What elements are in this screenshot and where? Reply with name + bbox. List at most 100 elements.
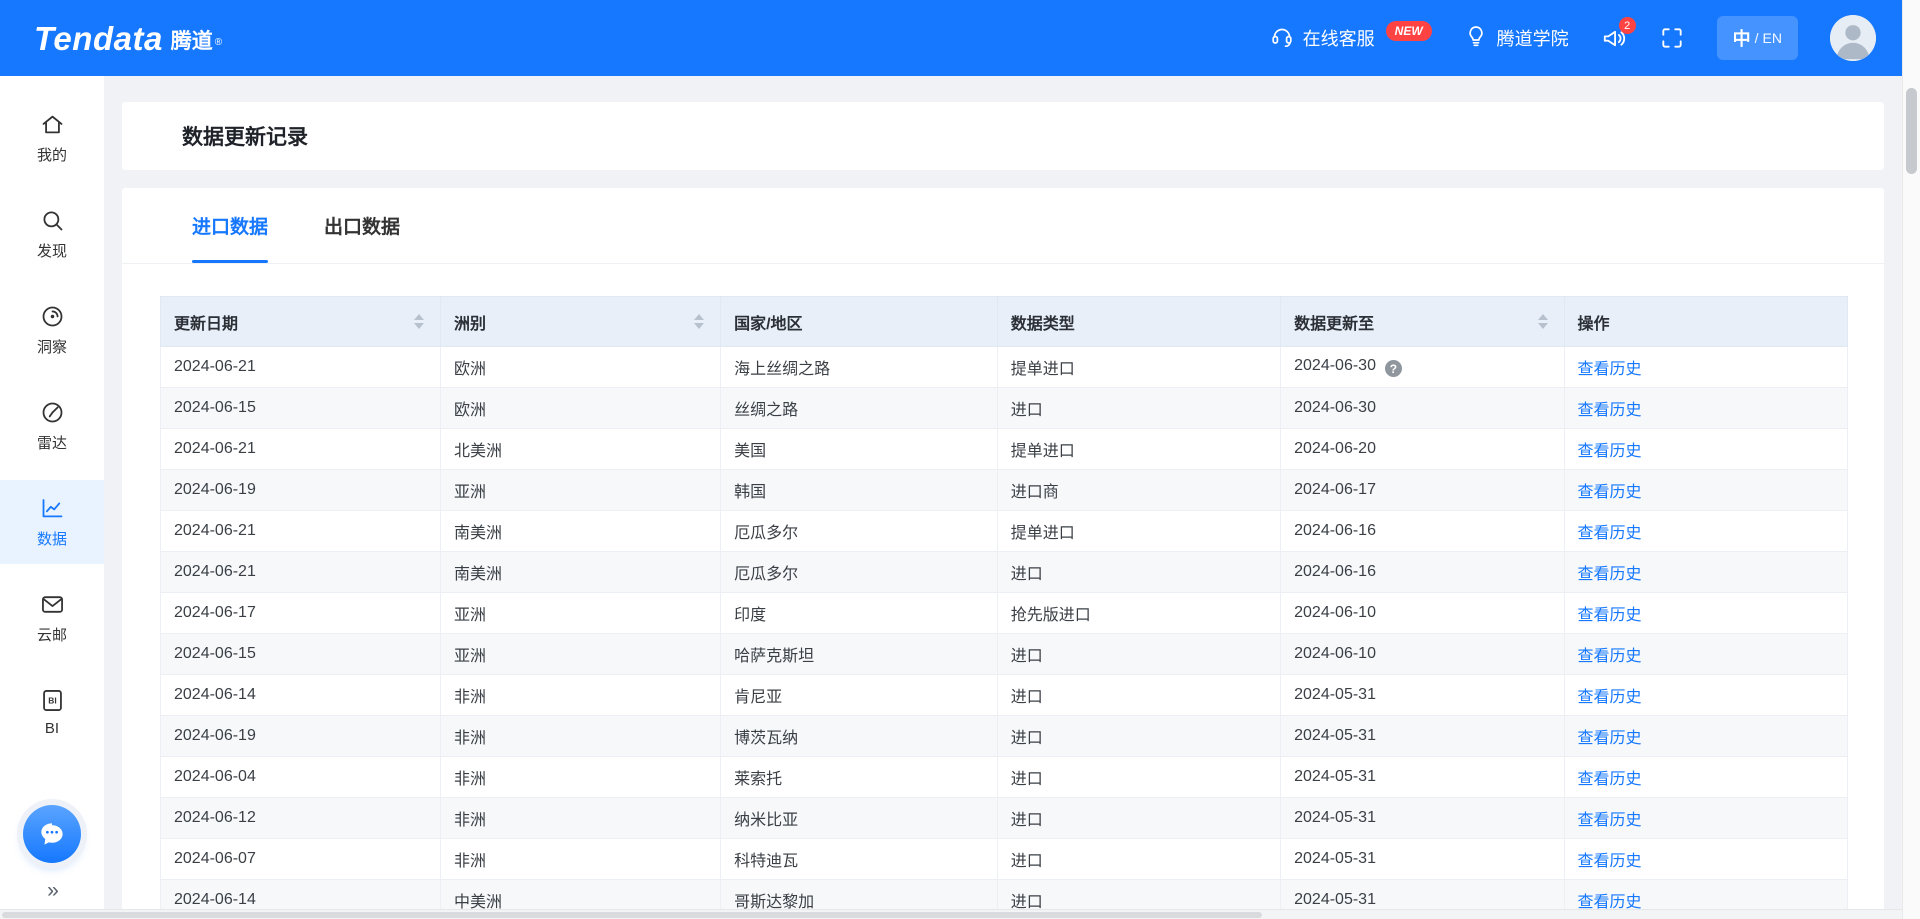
- cell-updated-to: 2024-06-20?: [1281, 429, 1564, 470]
- view-history-link[interactable]: 查看历史: [1578, 566, 1642, 583]
- sidebar-item-discover[interactable]: 发现: [0, 192, 104, 276]
- online-service-label: 在线客服: [1303, 25, 1375, 51]
- cell-data-type: 进口: [997, 634, 1280, 675]
- updated-to-value: 2024-06-20: [1294, 440, 1376, 457]
- view-history-link[interactable]: 查看历史: [1578, 853, 1642, 870]
- sidebar-item-radar[interactable]: 雷达: [0, 384, 104, 468]
- sort-icon[interactable]: [694, 314, 704, 329]
- view-history-link[interactable]: 查看历史: [1578, 484, 1642, 501]
- table-header-row: 更新日期 洲别 国家/地区 数据类型: [161, 297, 1848, 347]
- col-update-date[interactable]: 更新日期: [161, 297, 441, 347]
- cell-data-type: 提单进口: [997, 347, 1280, 388]
- tab-import-data[interactable]: 进口数据: [192, 188, 268, 263]
- sidebar-expand-button[interactable]: »: [47, 879, 57, 903]
- home-icon: [39, 111, 66, 138]
- cell-continent: 欧洲: [441, 347, 721, 388]
- table-container: 更新日期 洲别 国家/地区 数据类型: [122, 264, 1884, 919]
- announcement-icon-button[interactable]: 2: [1601, 25, 1627, 51]
- cell-country: 丝绸之路: [721, 388, 998, 429]
- table-row: 2024-06-07 非洲 科特迪瓦 进口 2024-05-31? 查看历史: [161, 839, 1848, 880]
- page-title-card: 数据更新记录: [122, 102, 1884, 170]
- cell-data-type: 进口: [997, 675, 1280, 716]
- table-row: 2024-06-19 非洲 博茨瓦纳 进口 2024-05-31? 查看历史: [161, 716, 1848, 757]
- col-continent[interactable]: 洲别: [441, 297, 721, 347]
- cell-continent: 南美洲: [441, 511, 721, 552]
- cell-action: 查看历史: [1564, 552, 1847, 593]
- view-history-link[interactable]: 查看历史: [1578, 689, 1642, 706]
- horizontal-scrollbar[interactable]: [0, 909, 1902, 919]
- updated-to-value: 2024-05-31: [1294, 850, 1376, 867]
- updated-to-value: 2024-05-31: [1294, 809, 1376, 826]
- cell-country: 博茨瓦纳: [721, 716, 998, 757]
- cell-action: 查看历史: [1564, 511, 1847, 552]
- view-history-link[interactable]: 查看历史: [1578, 607, 1642, 624]
- cell-updated-to: 2024-05-31?: [1281, 839, 1564, 880]
- cell-update-date: 2024-06-14: [161, 675, 441, 716]
- avatar[interactable]: [1830, 15, 1876, 61]
- help-icon[interactable]: ?: [1385, 360, 1402, 377]
- sidebar-item-data[interactable]: 数据: [0, 480, 104, 564]
- cell-country: 哈萨克斯坦: [721, 634, 998, 675]
- sidebar-item-label: 洞察: [37, 336, 67, 357]
- sidebar-item-label: 发现: [37, 240, 67, 261]
- table-row: 2024-06-12 非洲 纳米比亚 进口 2024-05-31? 查看历史: [161, 798, 1848, 839]
- updated-to-value: 2024-06-30: [1294, 399, 1376, 416]
- cell-continent: 非洲: [441, 757, 721, 798]
- sidebar-item-cloudmail[interactable]: 云邮: [0, 576, 104, 660]
- radar-icon: [39, 399, 66, 426]
- view-history-link[interactable]: 查看历史: [1578, 525, 1642, 542]
- view-history-link[interactable]: 查看历史: [1578, 812, 1642, 829]
- tab-export-data[interactable]: 出口数据: [324, 188, 400, 263]
- sidebar-item-insight[interactable]: 洞察: [0, 288, 104, 372]
- cell-continent: 非洲: [441, 798, 721, 839]
- cell-continent: 非洲: [441, 716, 721, 757]
- brand-logo[interactable]: Tendata 腾道 ®: [34, 22, 222, 55]
- headset-icon: [1270, 24, 1294, 53]
- vertical-scrollbar[interactable]: [1902, 0, 1920, 919]
- updated-to-value: 2024-06-10: [1294, 604, 1376, 621]
- chat-bubble-button[interactable]: [23, 805, 81, 863]
- cell-data-type: 进口: [997, 388, 1280, 429]
- sort-icon[interactable]: [414, 314, 424, 329]
- col-country: 国家/地区: [721, 297, 998, 347]
- table-body: 2024-06-21 欧洲 海上丝绸之路 提单进口 2024-06-30? 查看…: [161, 347, 1848, 919]
- view-history-link[interactable]: 查看历史: [1578, 402, 1642, 419]
- academy-link[interactable]: 腾道学院: [1464, 24, 1569, 53]
- view-history-link[interactable]: 查看历史: [1578, 771, 1642, 788]
- updated-to-value: 2024-05-31: [1294, 727, 1376, 744]
- cell-update-date: 2024-06-12: [161, 798, 441, 839]
- vertical-scrollbar-thumb[interactable]: [1906, 88, 1917, 174]
- col-data-type: 数据类型: [997, 297, 1280, 347]
- col-updated-to[interactable]: 数据更新至: [1281, 297, 1564, 347]
- sort-icon[interactable]: [1538, 314, 1548, 329]
- view-history-link[interactable]: 查看历史: [1578, 443, 1642, 460]
- cell-action: 查看历史: [1564, 716, 1847, 757]
- sidebar-item-mine[interactable]: 我的: [0, 96, 104, 180]
- table-row: 2024-06-15 亚洲 哈萨克斯坦 进口 2024-06-10? 查看历史: [161, 634, 1848, 675]
- table-row: 2024-06-21 南美洲 厄瓜多尔 提单进口 2024-06-16? 查看历…: [161, 511, 1848, 552]
- fullscreen-icon-button[interactable]: [1659, 25, 1685, 51]
- horizontal-scrollbar-thumb[interactable]: [2, 912, 1262, 918]
- updated-to-value: 2024-06-10: [1294, 645, 1376, 662]
- language-toggle[interactable]: 中 / EN: [1717, 16, 1798, 60]
- cell-updated-to: 2024-06-16?: [1281, 552, 1564, 593]
- cell-data-type: 进口: [997, 757, 1280, 798]
- table-row: 2024-06-21 南美洲 厄瓜多尔 进口 2024-06-16? 查看历史: [161, 552, 1848, 593]
- view-history-link[interactable]: 查看历史: [1578, 648, 1642, 665]
- cell-updated-to: 2024-06-17?: [1281, 470, 1564, 511]
- cell-data-type: 进口: [997, 552, 1280, 593]
- cell-action: 查看历史: [1564, 839, 1847, 880]
- cell-data-type: 提单进口: [997, 429, 1280, 470]
- cell-data-type: 进口: [997, 839, 1280, 880]
- sidebar-item-label: 云邮: [37, 624, 67, 645]
- sidebar-item-label: 数据: [37, 528, 67, 549]
- cell-update-date: 2024-06-15: [161, 634, 441, 675]
- online-service-link[interactable]: 在线客服 NEW: [1270, 24, 1432, 53]
- cell-action: 查看历史: [1564, 757, 1847, 798]
- updated-to-value: 2024-05-31: [1294, 891, 1376, 908]
- view-history-link[interactable]: 查看历史: [1578, 730, 1642, 747]
- sidebar-item-bi[interactable]: BI BI: [0, 672, 104, 752]
- cell-continent: 亚洲: [441, 634, 721, 675]
- mail-icon: [39, 591, 66, 618]
- view-history-link[interactable]: 查看历史: [1578, 361, 1642, 378]
